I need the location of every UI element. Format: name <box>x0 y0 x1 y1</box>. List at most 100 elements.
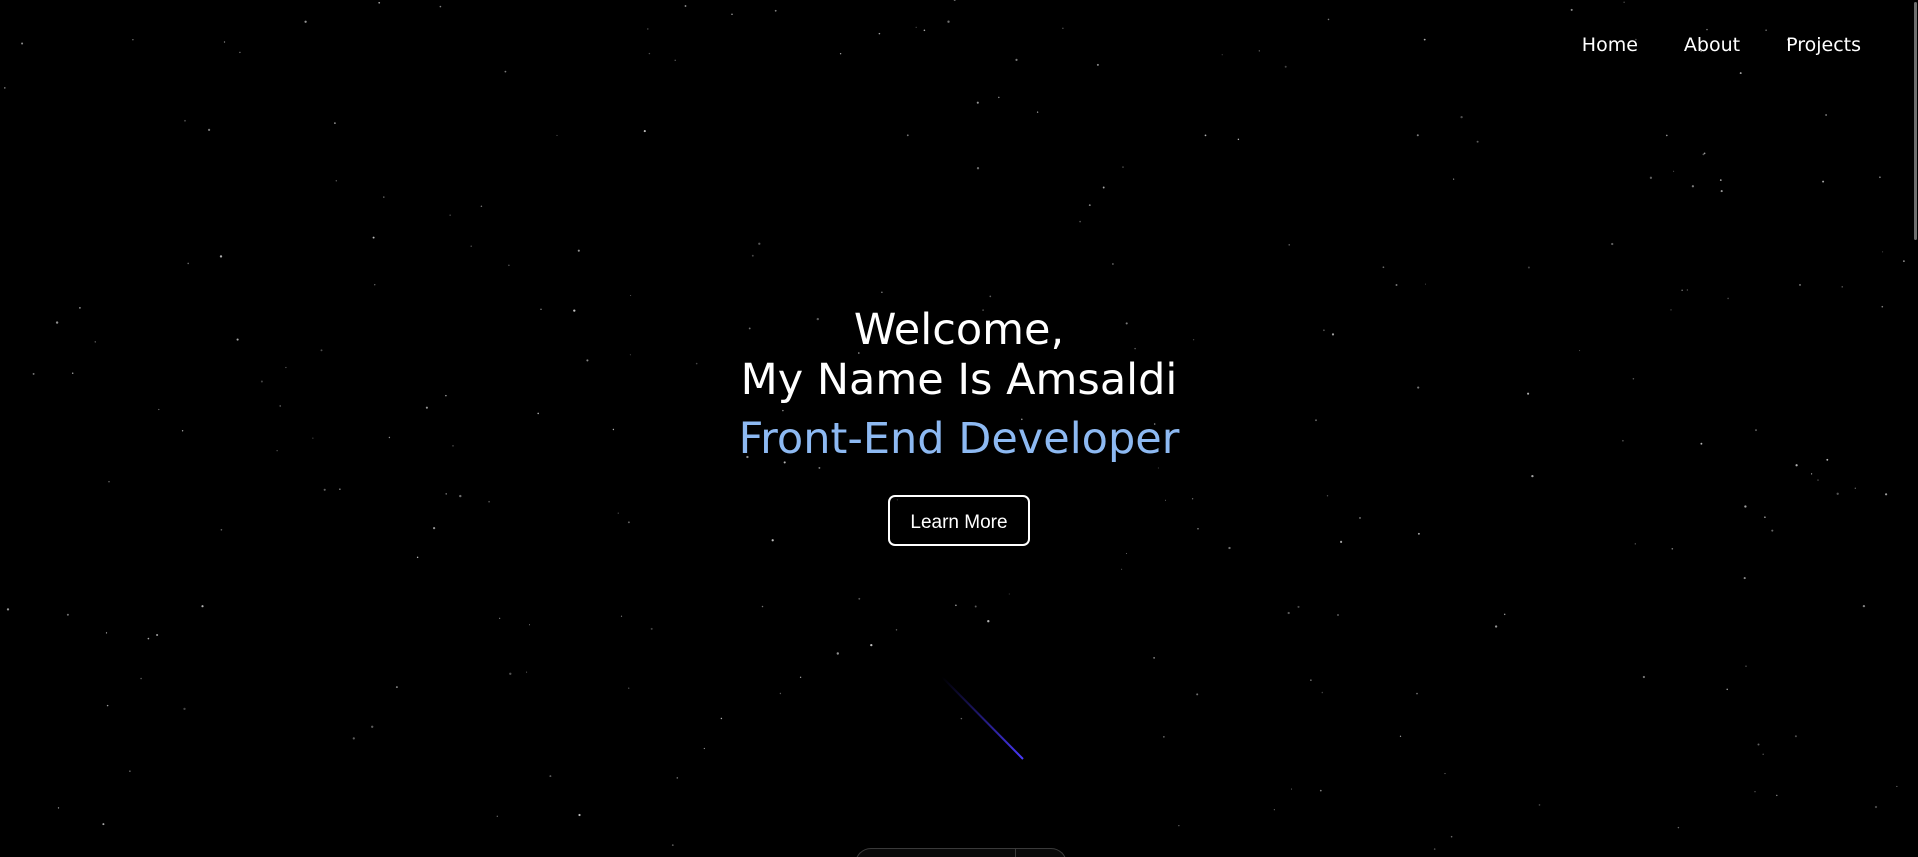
star-dot <box>1503 613 1506 616</box>
star-dot <box>1327 18 1330 21</box>
star-dot <box>799 676 802 678</box>
star-dot <box>1677 826 1680 829</box>
star-dot <box>57 807 60 809</box>
star-dot <box>1757 743 1760 746</box>
bottom-panel-tab[interactable] <box>855 848 1067 857</box>
star-dot <box>1178 825 1180 827</box>
star-dot <box>1008 593 1010 595</box>
star-dot <box>352 737 355 740</box>
star-dot <box>870 643 873 647</box>
star-dot <box>132 38 134 41</box>
star-dot <box>1538 804 1541 806</box>
star-dot <box>674 59 676 61</box>
star-dot <box>439 5 442 8</box>
nav-projects-link[interactable]: Projects <box>1786 34 1861 56</box>
star-dot <box>549 775 552 778</box>
star-dot <box>1163 736 1165 738</box>
star-dot <box>1423 38 1426 41</box>
star-dot <box>1237 138 1240 141</box>
nav-about-link[interactable]: About <box>1684 34 1740 56</box>
star-dot <box>102 823 105 826</box>
star-dot <box>628 687 630 689</box>
star-dot <box>1691 185 1695 188</box>
star-dot <box>504 70 507 73</box>
star-dot <box>1096 63 1099 66</box>
star-dot <box>1015 58 1018 61</box>
star-dot <box>650 627 653 630</box>
star-dot <box>1273 809 1275 811</box>
star-dot <box>1527 266 1530 269</box>
star-dot <box>1879 176 1881 179</box>
star-dot <box>449 214 451 216</box>
star-dot <box>731 13 733 16</box>
star-dot <box>643 130 646 133</box>
star-dot <box>383 196 385 198</box>
star-dot <box>1258 50 1260 52</box>
star-dot <box>372 236 375 239</box>
star-dot <box>1336 613 1340 617</box>
star-dot <box>1321 691 1324 694</box>
star-dot <box>1424 283 1427 285</box>
star-dot <box>1079 220 1081 223</box>
hero-name: My Name Is Amsaldi <box>740 355 1178 405</box>
star-dot <box>499 617 501 619</box>
star-dot <box>881 291 883 293</box>
star-dot <box>1896 785 1898 787</box>
star-dot <box>720 717 723 720</box>
star-dot <box>1745 665 1747 667</box>
star-dot <box>1112 263 1114 265</box>
star-dot <box>1799 283 1801 286</box>
star-dot <box>1686 289 1689 291</box>
star-dot <box>480 205 483 208</box>
bottom-panel-divider <box>1015 849 1016 857</box>
star-dot <box>528 624 531 626</box>
star-dot <box>1706 28 1708 31</box>
star-dot <box>1719 179 1722 181</box>
star-dot <box>895 629 898 631</box>
star-dot <box>1399 735 1402 737</box>
star-dot <box>1204 134 1207 137</box>
star-dot <box>1228 546 1231 550</box>
star-dot <box>1460 115 1463 119</box>
star-dot <box>923 29 926 32</box>
star-dot <box>989 295 992 298</box>
star-dot <box>156 633 159 637</box>
star-dot <box>219 255 223 258</box>
hero-role: Front-End Developer <box>738 414 1180 464</box>
star-dot <box>1649 176 1653 179</box>
star-dot <box>1903 260 1905 262</box>
page-scrollbar[interactable] <box>1912 0 1918 857</box>
star-dot <box>1122 166 1124 168</box>
star-dot <box>1287 611 1290 615</box>
star-dot <box>1221 54 1223 56</box>
star-dot <box>577 249 580 252</box>
star-dot <box>187 262 190 265</box>
star-dot <box>779 692 782 695</box>
star-dot <box>976 101 979 104</box>
scrollbar-thumb[interactable] <box>1914 2 1917 240</box>
star-dot <box>1642 675 1646 679</box>
star-dot <box>1450 835 1453 838</box>
star-dot <box>1727 297 1729 300</box>
star-dot <box>1703 152 1706 155</box>
star-dot <box>1794 735 1797 738</box>
star-dot <box>1570 8 1573 11</box>
star-dot <box>1754 791 1756 793</box>
star-dot <box>1284 65 1287 68</box>
star-dot <box>839 53 842 55</box>
star-dot <box>1671 548 1674 550</box>
star-dot <box>335 180 337 182</box>
star-dot <box>371 725 374 728</box>
star-dot <box>915 26 917 29</box>
star-dot <box>416 556 419 559</box>
star-dot <box>374 284 376 286</box>
nav-home-link[interactable]: Home <box>1582 34 1638 56</box>
star-dot <box>684 5 687 7</box>
star-dot <box>147 637 150 640</box>
star-dot <box>129 770 131 772</box>
learn-more-button[interactable]: Learn More <box>888 495 1030 546</box>
star-dot <box>1720 190 1723 193</box>
star-dot <box>1395 284 1398 286</box>
main-nav: Home About Projects <box>1582 34 1861 56</box>
star-dot <box>758 242 761 245</box>
